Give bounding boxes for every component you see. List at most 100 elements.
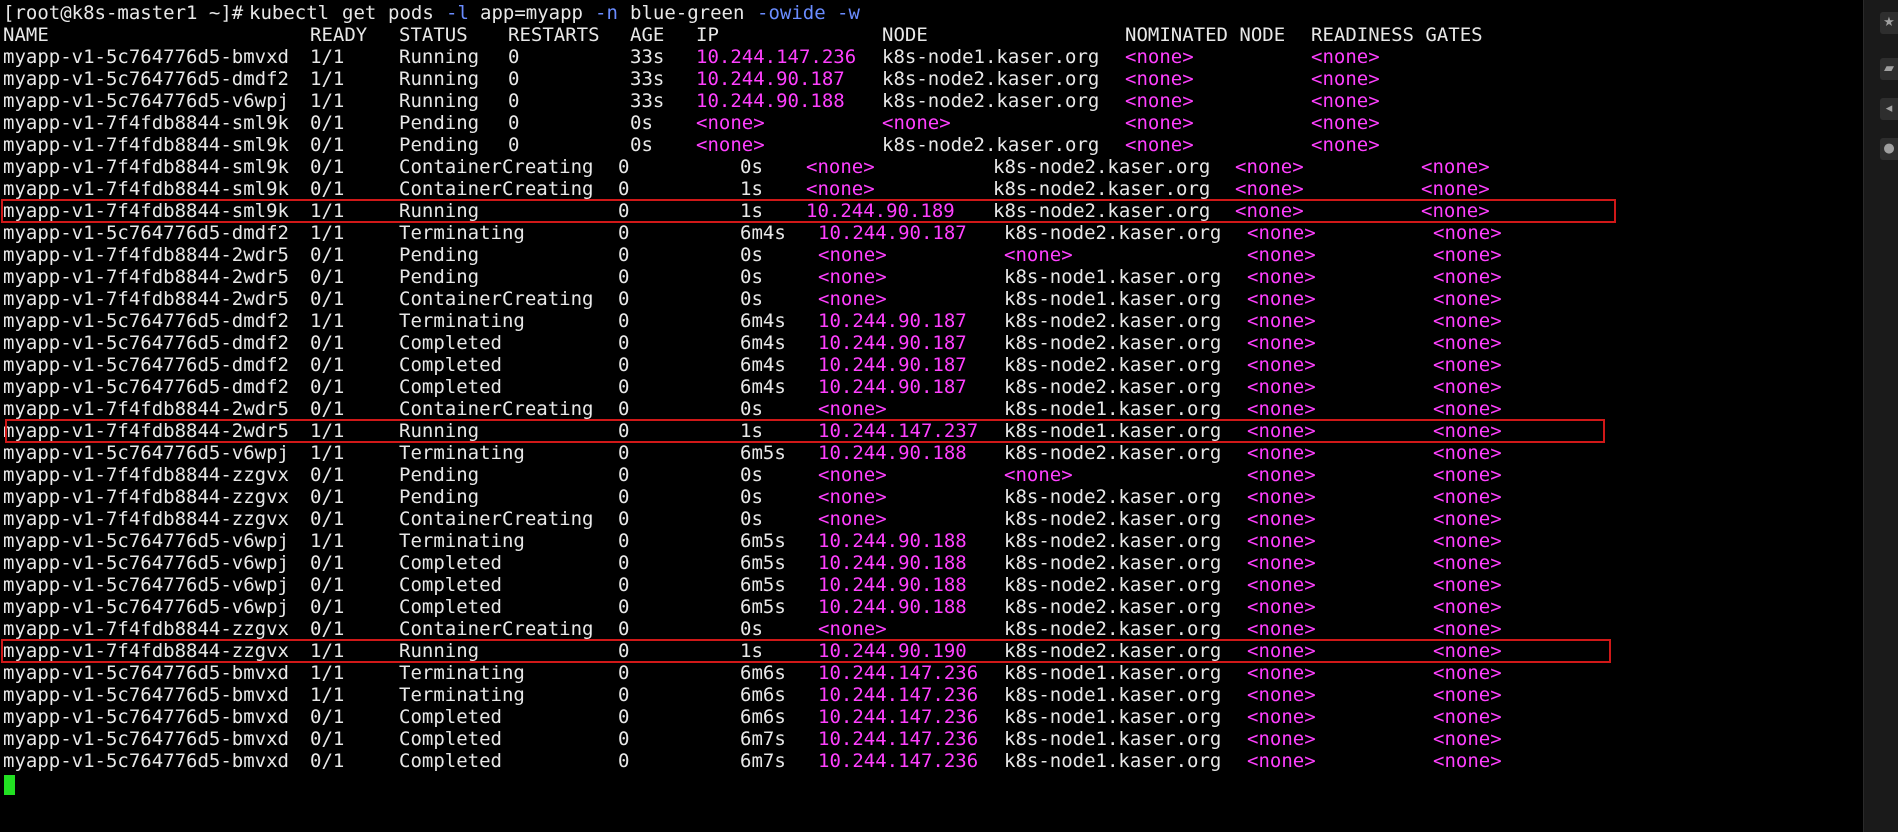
cell-ip: 10.244.90.190	[818, 640, 967, 662]
cell-ready: 1/1	[310, 530, 345, 552]
cell-gates: <none>	[1433, 750, 1502, 772]
cell-gates: <none>	[1421, 178, 1490, 200]
cell-gates: <none>	[1433, 464, 1502, 486]
cell-ip: 10.244.90.188	[818, 596, 967, 618]
col-header-ip: IP	[696, 24, 719, 46]
cell-age: 6m4s	[740, 332, 786, 354]
cell-node: k8s-node2.kaser.org	[882, 90, 1100, 112]
cell-status: ContainerCreating	[399, 156, 594, 178]
cell-age: 1s	[740, 640, 763, 662]
cell-name: myapp-v1-5c764776d5-v6wpj	[3, 90, 289, 112]
side-panel[interactable]: ★ ▰ ◂ ●	[1863, 0, 1898, 832]
cell-ready: 0/1	[310, 728, 345, 750]
cell-node: k8s-node2.kaser.org	[1004, 530, 1222, 552]
arrow-icon[interactable]: ◂	[1880, 98, 1898, 120]
cell-name: myapp-v1-7f4fdb8844-sml9k	[3, 112, 289, 134]
cell-status: Completed	[399, 728, 502, 750]
terminal-cursor	[4, 775, 15, 795]
cell-ip: <none>	[696, 134, 765, 156]
cell-restarts: 0	[508, 90, 520, 112]
cell-gates: <none>	[1311, 46, 1380, 68]
cell-age: 6m6s	[740, 684, 786, 706]
cell-status: Terminating	[399, 442, 525, 464]
terminal-output[interactable]: [root@k8s-master1 ~]# kubectl get pods -l ap…	[1, 2, 1863, 830]
circle-icon[interactable]: ●	[1880, 138, 1898, 160]
cell-nominated: <none>	[1247, 288, 1316, 310]
cmd-flag-w: -w	[837, 2, 860, 24]
cell-name: myapp-v1-5c764776d5-bmvxd	[3, 684, 289, 706]
cell-name: myapp-v1-5c764776d5-bmvxd	[3, 706, 289, 728]
cell-name: myapp-v1-5c764776d5-v6wpj	[3, 530, 289, 552]
cell-gates: <none>	[1311, 68, 1380, 90]
cell-ready: 0/1	[310, 266, 345, 288]
cell-restarts: 0	[618, 376, 630, 398]
cell-ready: 1/1	[310, 420, 345, 442]
cell-status: Running	[399, 420, 480, 442]
cell-status: Completed	[399, 706, 502, 728]
cell-restarts: 0	[508, 46, 520, 68]
cell-status: Terminating	[399, 530, 525, 552]
cell-node: k8s-node2.kaser.org	[1004, 442, 1222, 464]
cell-node: k8s-node1.kaser.org	[1004, 288, 1222, 310]
cell-age: 6m5s	[740, 442, 786, 464]
cell-ready: 0/1	[310, 596, 345, 618]
cell-status: Completed	[399, 332, 502, 354]
cell-nominated: <none>	[1125, 134, 1194, 156]
cell-name: myapp-v1-7f4fdb8844-2wdr5	[3, 420, 289, 442]
cell-status: Pending	[399, 464, 480, 486]
cell-nominated: <none>	[1247, 552, 1316, 574]
cell-ip: 10.244.147.236	[818, 684, 979, 706]
cell-name: myapp-v1-7f4fdb8844-zzgvx	[3, 640, 289, 662]
cell-ready: 1/1	[310, 442, 345, 464]
cell-nominated: <none>	[1247, 596, 1316, 618]
cell-nominated: <none>	[1235, 178, 1304, 200]
cell-gates: <none>	[1433, 310, 1502, 332]
cell-ready: 1/1	[310, 46, 345, 68]
cell-node: k8s-node1.kaser.org	[1004, 662, 1222, 684]
cell-name: myapp-v1-5c764776d5-dmdf2	[3, 310, 289, 332]
cell-name: myapp-v1-7f4fdb8844-zzgvx	[3, 486, 289, 508]
tag-icon[interactable]: ▰	[1880, 58, 1898, 80]
cell-node: k8s-node2.kaser.org	[1004, 508, 1222, 530]
cell-ip: 10.244.147.236	[818, 706, 979, 728]
cell-restarts: 0	[618, 332, 630, 354]
cell-restarts: 0	[618, 354, 630, 376]
cell-ready: 0/1	[310, 288, 345, 310]
cell-restarts: 0	[618, 662, 630, 684]
cell-node: k8s-node1.kaser.org	[882, 46, 1100, 68]
cell-status: Pending	[399, 134, 480, 156]
cell-ready: 0/1	[310, 552, 345, 574]
cell-ready: 0/1	[310, 486, 345, 508]
cell-restarts: 0	[618, 442, 630, 464]
cell-nominated: <none>	[1247, 530, 1316, 552]
cell-ready: 0/1	[310, 332, 345, 354]
cell-ip: <none>	[696, 112, 765, 134]
cell-gates: <none>	[1311, 134, 1380, 156]
cell-status: ContainerCreating	[399, 288, 594, 310]
star-icon[interactable]: ★	[1880, 12, 1898, 34]
cell-ip: 10.244.90.189	[806, 200, 955, 222]
cell-nominated: <none>	[1247, 244, 1316, 266]
cell-restarts: 0	[618, 156, 630, 178]
cell-ip: <none>	[818, 266, 887, 288]
cell-node: k8s-node2.kaser.org	[993, 178, 1211, 200]
cell-age: 33s	[630, 68, 665, 90]
cell-name: myapp-v1-5c764776d5-v6wpj	[3, 574, 289, 596]
cell-ready: 1/1	[310, 310, 345, 332]
cell-node: <none>	[882, 112, 951, 134]
cell-name: myapp-v1-5c764776d5-v6wpj	[3, 552, 289, 574]
cell-ip: <none>	[818, 618, 887, 640]
cell-status: ContainerCreating	[399, 618, 594, 640]
cell-restarts: 0	[618, 178, 630, 200]
cell-name: myapp-v1-5c764776d5-dmdf2	[3, 354, 289, 376]
cell-status: Completed	[399, 376, 502, 398]
cell-age: 6m7s	[740, 750, 786, 772]
cell-node: k8s-node2.kaser.org	[1004, 596, 1222, 618]
col-header-status: STATUS	[399, 24, 468, 46]
cell-age: 0s	[630, 112, 653, 134]
cell-node: k8s-node2.kaser.org	[1004, 354, 1222, 376]
cell-age: 33s	[630, 46, 665, 68]
cell-node: k8s-node2.kaser.org	[1004, 310, 1222, 332]
cell-name: myapp-v1-7f4fdb8844-2wdr5	[3, 288, 289, 310]
cell-status: Running	[399, 68, 480, 90]
